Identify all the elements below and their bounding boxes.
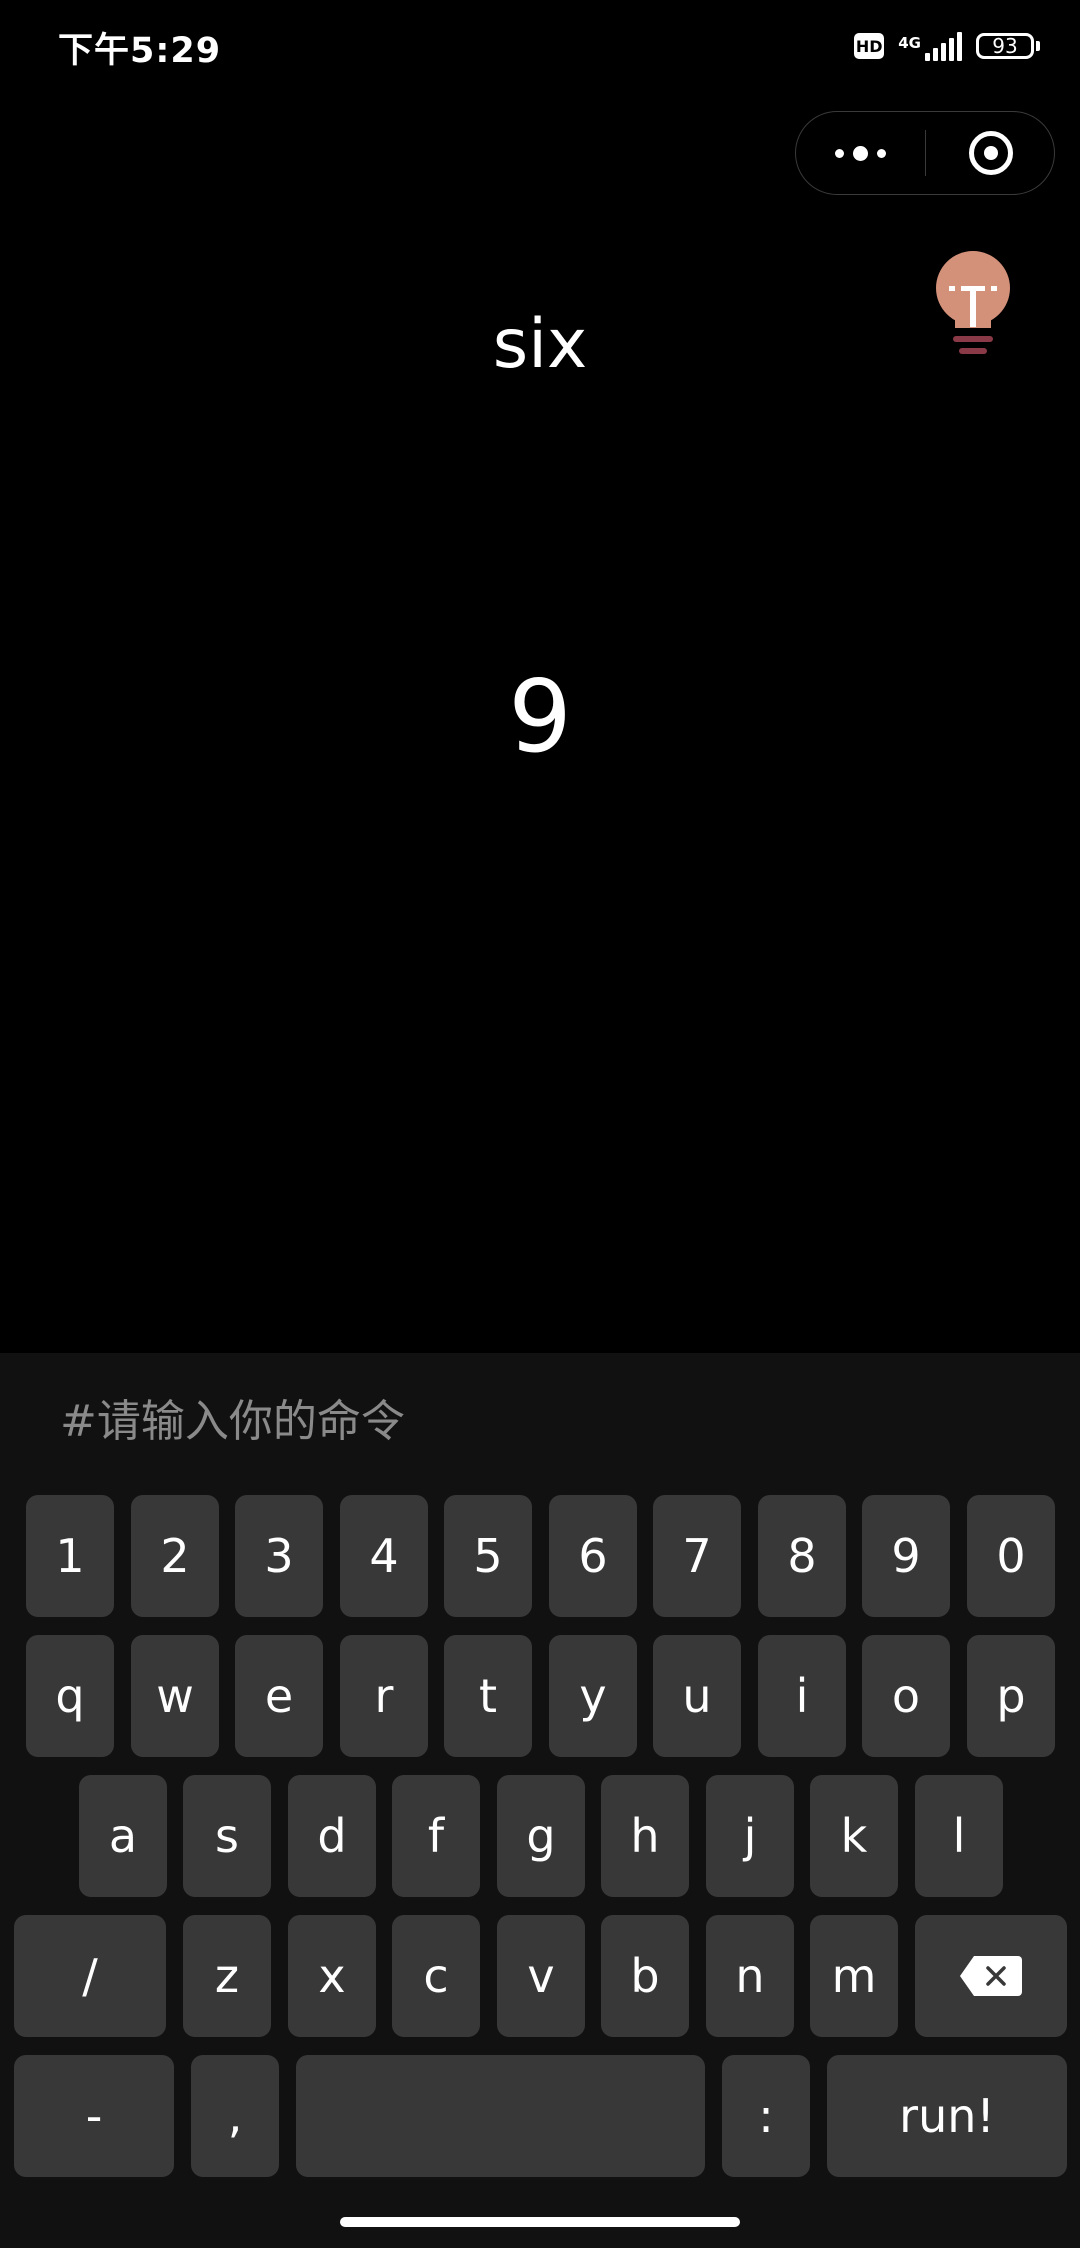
key-6[interactable]: 6 xyxy=(549,1495,637,1617)
backspace-icon xyxy=(960,1956,1022,1996)
key-g[interactable]: g xyxy=(497,1775,585,1897)
battery-level: 93 xyxy=(976,33,1034,59)
status-bar: 下午5:29 HD 4G 93 xyxy=(0,0,1080,96)
key-a[interactable]: a xyxy=(79,1775,167,1897)
target-circle-icon[interactable] xyxy=(926,112,1055,194)
space-key[interactable] xyxy=(296,2055,705,2177)
key-t[interactable]: t xyxy=(444,1635,532,1757)
key-4[interactable]: 4 xyxy=(340,1495,428,1617)
key-e[interactable]: e xyxy=(235,1635,323,1757)
key-1[interactable]: 1 xyxy=(26,1495,114,1617)
run-button[interactable]: run! xyxy=(827,2055,1067,2177)
command-bar xyxy=(0,1353,1080,1487)
key-3[interactable]: 3 xyxy=(235,1495,323,1617)
key-comma[interactable]: , xyxy=(191,2055,279,2177)
key-m[interactable]: m xyxy=(810,1915,898,2037)
key-o[interactable]: o xyxy=(862,1635,950,1757)
key-r[interactable]: r xyxy=(340,1635,428,1757)
key-0[interactable]: 0 xyxy=(967,1495,1055,1617)
key-7[interactable]: 7 xyxy=(653,1495,741,1617)
key-k[interactable]: k xyxy=(810,1775,898,1897)
more-dots-icon[interactable] xyxy=(796,112,925,194)
key-y[interactable]: y xyxy=(549,1635,637,1757)
key-8[interactable]: 8 xyxy=(758,1495,846,1617)
key-colon[interactable]: : xyxy=(722,2055,810,2177)
custom-keyboard: 1 2 3 4 5 6 7 8 9 0 q w e r t y u i o p … xyxy=(0,1487,1080,2205)
key-v[interactable]: v xyxy=(497,1915,585,2037)
key-u[interactable]: u xyxy=(653,1635,741,1757)
key-slash[interactable]: / xyxy=(14,1915,166,2037)
battery-icon: 93 xyxy=(976,33,1040,59)
key-p[interactable]: p xyxy=(967,1635,1055,1757)
signal-icon: 4G xyxy=(898,31,962,61)
key-x[interactable]: x xyxy=(288,1915,376,2037)
key-f[interactable]: f xyxy=(392,1775,480,1897)
key-w[interactable]: w xyxy=(131,1635,219,1757)
key-q[interactable]: q xyxy=(26,1635,114,1757)
bottom-area xyxy=(0,2205,1080,2248)
key-j[interactable]: j xyxy=(706,1775,794,1897)
key-h[interactable]: h xyxy=(601,1775,689,1897)
signal-bars xyxy=(925,31,962,61)
number-display: 9 xyxy=(508,658,572,775)
command-input[interactable] xyxy=(60,1391,960,1451)
key-z[interactable]: z xyxy=(183,1915,271,2037)
key-s[interactable]: s xyxy=(183,1775,271,1897)
key-9[interactable]: 9 xyxy=(862,1495,950,1617)
network-label: 4G xyxy=(898,34,921,52)
key-b[interactable]: b xyxy=(601,1915,689,2037)
status-icons: HD 4G 93 xyxy=(854,26,1040,66)
key-dash[interactable]: - xyxy=(14,2055,174,2177)
key-l[interactable]: l xyxy=(915,1775,1003,1897)
key-d[interactable]: d xyxy=(288,1775,376,1897)
home-indicator[interactable] xyxy=(340,2217,740,2227)
key-5[interactable]: 5 xyxy=(444,1495,532,1617)
word-display: six xyxy=(492,305,588,384)
capsule-menu xyxy=(795,111,1055,195)
key-n[interactable]: n xyxy=(706,1915,794,2037)
hd-icon: HD xyxy=(854,33,885,59)
key-2[interactable]: 2 xyxy=(131,1495,219,1617)
delete-key[interactable] xyxy=(915,1915,1067,2037)
key-c[interactable]: c xyxy=(392,1915,480,2037)
key-i[interactable]: i xyxy=(758,1635,846,1757)
status-time: 下午5:29 xyxy=(58,31,222,71)
